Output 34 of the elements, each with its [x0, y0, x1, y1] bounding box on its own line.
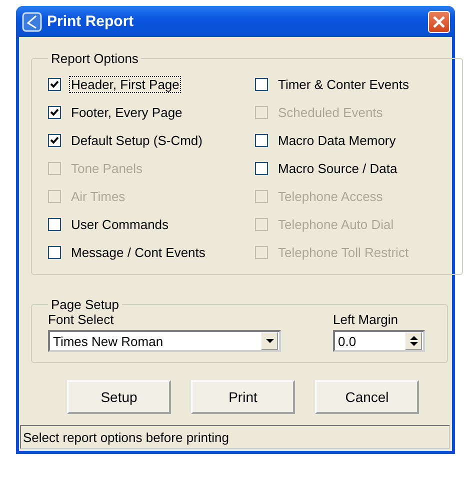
font-dropdown[interactable]: Times New Roman [48, 330, 281, 352]
close-icon [433, 16, 445, 28]
dropdown-button[interactable] [261, 332, 278, 350]
group-title: Report Options [50, 51, 140, 66]
checkbox[interactable] [255, 134, 268, 146]
margin-spinner[interactable]: 0.0 [333, 330, 425, 352]
spin-buttons[interactable] [405, 332, 422, 350]
dialog-button[interactable]: Setup [67, 380, 171, 414]
dialog-button[interactable]: Cancel [315, 380, 419, 414]
option-label[interactable]: Macro Source / Data [276, 160, 400, 176]
app-icon [22, 12, 42, 32]
checkbox[interactable] [48, 246, 61, 258]
checkbox[interactable] [48, 134, 61, 146]
option-label[interactable]: User Commands [69, 216, 171, 232]
field-label: Font Select [48, 312, 115, 327]
checkbox[interactable] [48, 218, 61, 230]
option-label[interactable]: Header, First Page [69, 76, 182, 92]
up-down-icon [410, 335, 418, 347]
checkbox[interactable] [255, 78, 268, 90]
checkbox[interactable] [48, 106, 61, 118]
field-label: Left Margin [333, 312, 400, 327]
option-label[interactable]: Footer, Every Page [69, 104, 184, 120]
option-label[interactable]: Default Setup (S-Cmd) [69, 132, 204, 148]
close-button[interactable] [428, 10, 450, 32]
status-bar: Select report options before printing [20, 425, 450, 449]
option-label[interactable]: Macro Data Memory [276, 132, 398, 148]
window-title: Print Report [47, 13, 135, 30]
group-title: Page Setup [50, 297, 120, 312]
dialog-button[interactable]: Print [191, 380, 295, 414]
option-label[interactable]: Message / Cont Events [69, 244, 208, 260]
caret-icon [266, 339, 274, 343]
checkbox[interactable] [48, 78, 61, 90]
option-label[interactable]: Timer & Conter Events [276, 76, 412, 92]
checkbox[interactable] [255, 162, 268, 174]
